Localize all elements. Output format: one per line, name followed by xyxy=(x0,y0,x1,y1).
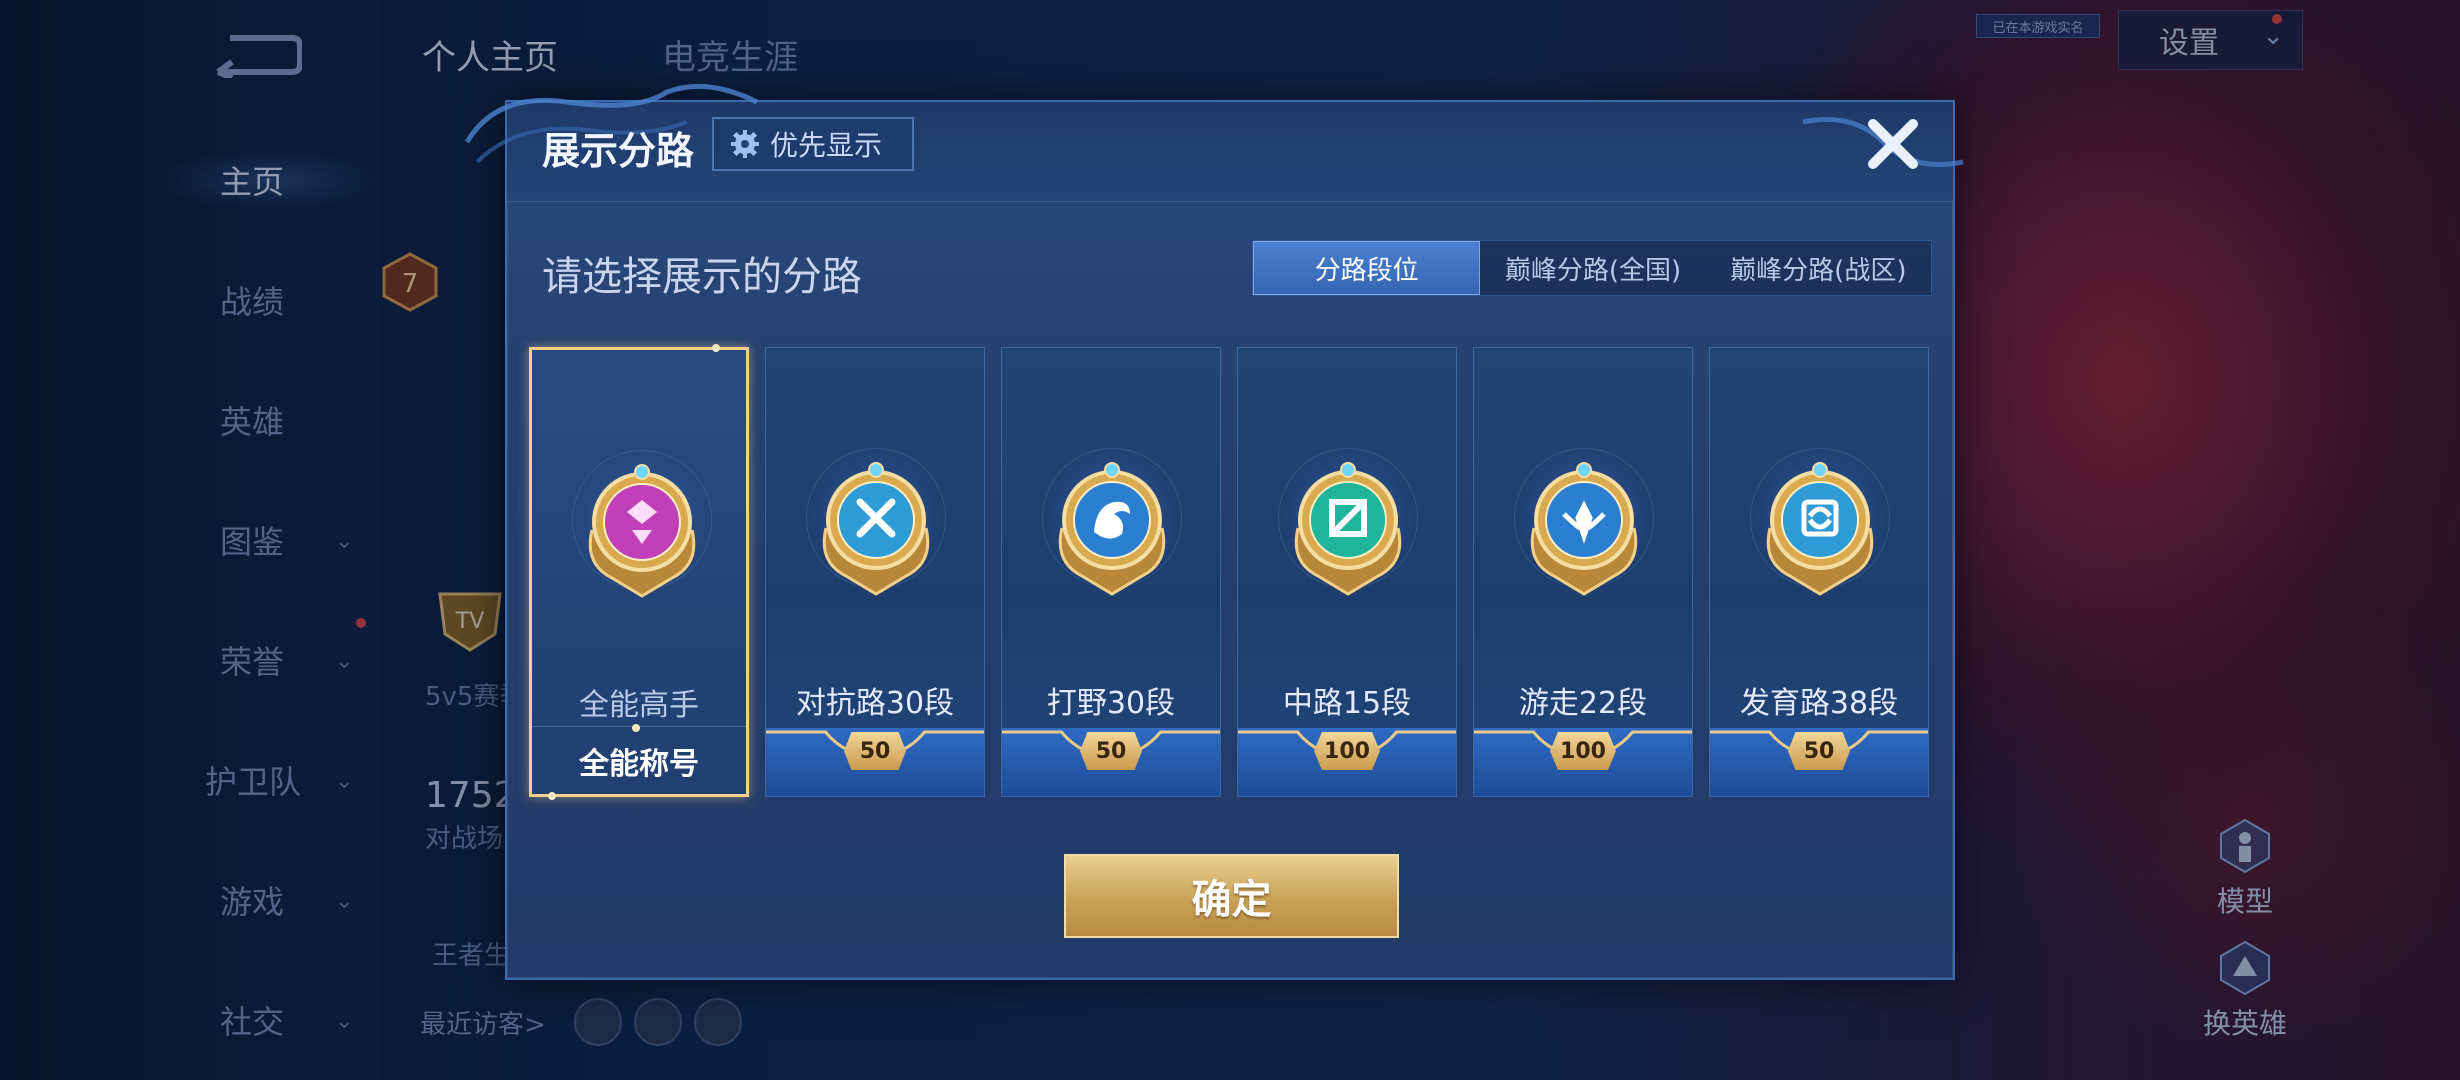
priority-display-button[interactable]: 优先显示 xyxy=(712,117,914,171)
confirm-button[interactable]: 确定 xyxy=(1064,854,1399,938)
tab-peak-national[interactable]: 巅峰分路(全国) xyxy=(1480,241,1705,295)
lane-card-jungle[interactable]: 打野30段 50 xyxy=(1001,347,1221,797)
lane-tabs: 分路段位 巅峰分路(全国) 巅峰分路(战区) xyxy=(1252,240,1932,296)
farm-lane-badge-icon xyxy=(1766,462,1874,596)
display-lane-dialog: 展示分路 优先显示 请选择展示的分路 分路段位 巅峰分路(全国) 巅峰分路(战区… xyxy=(464,83,1964,980)
lane-cards: 全能高手 全能称号 对抗路30段 50 打野30段 50 中路15段 100 游走22段 100 发… xyxy=(529,344,1939,800)
level-footer: 100 xyxy=(1238,728,1456,796)
selection-corner-dot xyxy=(548,792,556,800)
title-label: 全能称号 xyxy=(532,726,746,794)
selection-corner-dot xyxy=(632,724,640,732)
selection-corner-dot xyxy=(712,344,720,352)
dialog-header: 展示分路 优先显示 xyxy=(464,83,1964,202)
tab-lane-rank[interactable]: 分路段位 xyxy=(1253,241,1481,295)
level-badge: 100 xyxy=(1550,732,1616,770)
lane-rank-name: 打野30段 xyxy=(1046,686,1176,721)
priority-display-label: 优先显示 xyxy=(770,129,883,162)
lane-card-farm-lane[interactable]: 发育路38段 50 xyxy=(1709,347,1929,797)
lane-rank-name: 发育路38段 xyxy=(1739,686,1899,721)
lane-rank-name: 游走22段 xyxy=(1518,686,1648,721)
lane-card-all-round[interactable]: 全能高手 全能称号 xyxy=(529,344,749,800)
level-badge: 50 xyxy=(1080,732,1142,770)
level-badge: 100 xyxy=(1314,732,1380,770)
lane-rank-name: 中路15段 xyxy=(1282,686,1412,721)
lane-card-roam[interactable]: 游走22段 100 xyxy=(1473,347,1693,797)
gear-icon xyxy=(731,130,759,158)
tab-peak-region[interactable]: 巅峰分路(战区) xyxy=(1706,241,1931,295)
jungle-badge-icon xyxy=(1058,462,1166,596)
level-footer: 50 xyxy=(766,728,984,796)
clash-lane-badge-icon xyxy=(822,462,930,596)
lane-card-clash-lane[interactable]: 对抗路30段 50 xyxy=(765,347,985,797)
dialog-subtitle: 请选择展示的分路 xyxy=(542,254,862,300)
level-badge: 50 xyxy=(1788,732,1850,770)
close-icon[interactable] xyxy=(1861,112,1925,176)
lane-rank-name: 对抗路30段 xyxy=(795,686,955,721)
level-footer: 50 xyxy=(1002,728,1220,796)
level-footer: 50 xyxy=(1710,728,1928,796)
lane-rank-name: 全能高手 xyxy=(579,688,699,723)
dialog-title: 展示分路 xyxy=(542,129,695,173)
lane-card-mid-lane[interactable]: 中路15段 100 xyxy=(1237,347,1457,797)
level-badge: 50 xyxy=(844,732,906,770)
mid-lane-badge-icon xyxy=(1294,462,1402,596)
all-round-badge-icon xyxy=(588,464,696,598)
roam-badge-icon xyxy=(1530,462,1638,596)
level-footer: 100 xyxy=(1474,728,1692,796)
